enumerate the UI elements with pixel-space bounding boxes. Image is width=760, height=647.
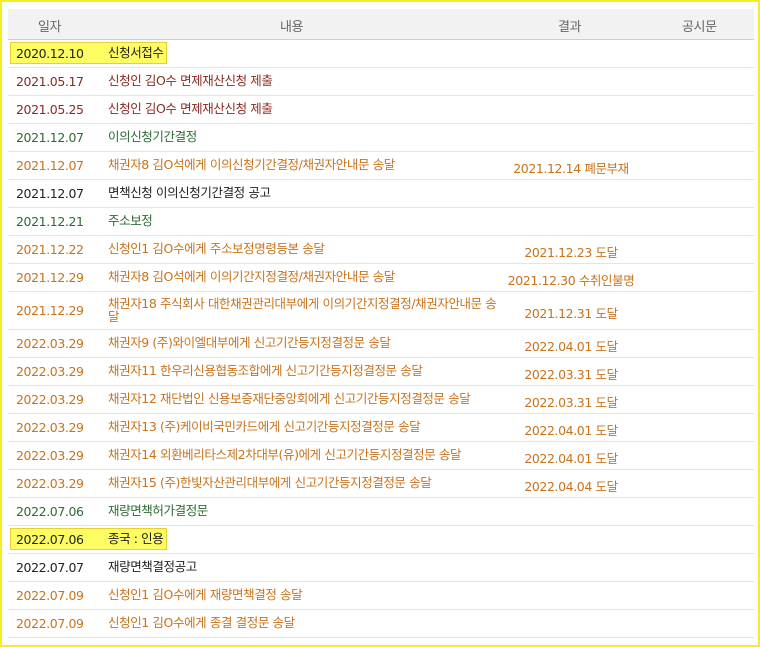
table-row: 2021.05.25 신청인 김O수 면제재산신청 제출: [8, 96, 754, 124]
table-row: 2022.03.29 채권자13 (주)케이비국민카드에게 신고기간등지정결정문 …: [8, 414, 754, 442]
row-content: 신청인1 김O수에게 재량면책결정 송달: [108, 587, 303, 602]
table-row: 2021.12.22 신청인1 김O수에게 주소보정명령등본 송달 2021.12.…: [8, 236, 754, 264]
row-date: 2022.07.07: [16, 560, 84, 575]
row-content: 채권자15 (주)한빛자산관리대부에게 신고기간등지정결정문 송달: [108, 475, 432, 490]
row-result: 2021.12.30 수취인불명: [507, 273, 635, 288]
row-content: 이의신청기간결정: [108, 129, 197, 144]
row-date: 2021.12.07: [16, 130, 84, 145]
row-date: 2020.12.10: [16, 46, 84, 61]
row-content: 채권자8 김O석에게 이의신청기간결정/채권자안내문 송달: [108, 157, 395, 172]
row-content: 주소보정: [108, 213, 153, 228]
table-row: 2020.12.10 신청서접수: [8, 40, 754, 68]
row-result: 2022.03.31 도달: [524, 395, 618, 410]
row-content: 신청서접수: [108, 45, 164, 60]
table-row: 2022.07.06 종국 : 인용: [8, 526, 754, 554]
row-result: 2022.04.01 도달: [524, 451, 618, 466]
table-row: 2021.12.29 채권자8 김O석에게 이의기간지정결정/채권자안내문 송달 2…: [8, 264, 754, 292]
header-notice: 공시문: [682, 20, 717, 35]
row-date: 2022.07.09: [16, 588, 84, 603]
row-content: 신청인1 김O수에게 주소보정명령등본 송달: [108, 241, 325, 256]
row-date: 2022.03.29: [16, 448, 84, 463]
row-date: 2021.12.21: [16, 214, 84, 229]
table-row: 2021.05.17 신청인 김O수 면제재산신청 제출: [8, 68, 754, 96]
row-date: 2022.03.29: [16, 392, 84, 407]
row-content: 면책신청 이의신청기간결정 공고: [108, 185, 271, 200]
row-date: 2022.07.06: [16, 504, 84, 519]
case-history-panel: 일자 내용 결과 공시문 2020.12.10 신청서접수 2021.05.17 신청…: [0, 0, 760, 647]
history-table-body: 2020.12.10 신청서접수 2021.05.17 신청인 김O수 면제재산신청 …: [8, 40, 754, 638]
table-row: 2022.07.09 신청인1 김O수에게 종결 결정문 송달: [8, 610, 754, 638]
row-content: 종국 : 인용: [108, 531, 164, 546]
row-result: 2021.12.23 도달: [524, 245, 618, 260]
row-result: 2022.04.01 도달: [524, 423, 618, 438]
row-date: 2022.03.29: [16, 420, 84, 435]
header-date: 일자: [38, 20, 62, 35]
table-row: 2021.12.29 채권자18 주식회사 대한채권관리대부에게 이의기간지정결정…: [8, 292, 754, 330]
row-date: 2021.12.07: [16, 158, 84, 173]
table-row: 2021.12.07 채권자8 김O석에게 이의신청기간결정/채권자안내문 송달 2…: [8, 152, 754, 180]
table-row: 2022.03.29 채권자9 (주)와이엘대부에게 신고기간등지정결정문 송달 2…: [8, 330, 754, 358]
row-content: 채권자13 (주)케이비국민카드에게 신고기간등지정결정문 송달: [108, 419, 421, 434]
row-result: 2022.03.31 도달: [524, 367, 618, 382]
table-row: 2021.12.07 이의신청기간결정: [8, 124, 754, 152]
row-result: 2021.12.31 도달: [524, 306, 618, 321]
table-row: 2022.07.09 신청인1 김O수에게 재량면책결정 송달: [8, 582, 754, 610]
row-date: 2022.03.29: [16, 364, 84, 379]
row-content: 신청인 김O수 면제재산신청 제출: [108, 101, 273, 116]
row-result: 2022.04.01 도달: [524, 339, 618, 354]
table-row: 2022.03.29 채권자12 재단법인 신용보증재단중앙회에게 신고기간등지정…: [8, 386, 754, 414]
table-row: 2022.07.06 재량면책허가결정문: [8, 498, 754, 526]
table-row: 2022.03.29 채권자14 외환베리타스제2차대부(유)에게 신고기간등지정…: [8, 442, 754, 470]
row-content: 재량면책결정공고: [108, 559, 197, 574]
row-content: 재량면책허가결정문: [108, 503, 208, 518]
row-date: 2022.07.06: [16, 532, 84, 547]
header-content: 내용: [280, 20, 304, 35]
row-date: 2021.12.29: [16, 270, 84, 285]
row-content: 채권자8 김O석에게 이의기간지정결정/채권자안내문 송달: [108, 269, 395, 284]
header-result: 결과: [558, 20, 582, 35]
table-row: 2021.12.21 주소보정: [8, 208, 754, 236]
row-date: 2022.03.29: [16, 336, 84, 351]
row-date: 2021.12.29: [16, 303, 84, 318]
row-result: 2021.12.14 폐문부재: [513, 161, 629, 176]
row-content: 신청인1 김O수에게 종결 결정문 송달: [108, 615, 295, 630]
row-date: 2022.07.09: [16, 616, 84, 631]
table-row: 2022.03.29 채권자11 한우리신용협동조합에게 신고기간등지정결정문 송…: [8, 358, 754, 386]
table-header: 일자 내용 결과 공시문: [8, 9, 754, 40]
table-row: 2022.07.07 재량면책결정공고: [8, 554, 754, 582]
row-date: 2022.03.29: [16, 476, 84, 491]
row-date: 2021.05.25: [16, 102, 84, 117]
row-result: 2022.04.04 도달: [524, 479, 618, 494]
row-content: 채권자18 주식회사 대한채권관리대부에게 이의기간지정결정/채권자안내문 송달: [108, 296, 497, 324]
row-content: 채권자14 외환베리타스제2차대부(유)에게 신고기간등지정결정문 송달: [108, 447, 462, 462]
row-date: 2021.05.17: [16, 74, 84, 89]
row-content: 채권자9 (주)와이엘대부에게 신고기간등지정결정문 송달: [108, 335, 391, 350]
table-row: 2021.12.07 면책신청 이의신청기간결정 공고: [8, 180, 754, 208]
row-date: 2021.12.07: [16, 186, 84, 201]
row-content: 채권자11 한우리신용협동조합에게 신고기간등지정결정문 송달: [108, 363, 423, 378]
row-content: 채권자12 재단법인 신용보증재단중앙회에게 신고기간등지정결정문 송달: [108, 391, 471, 406]
table-row: 2022.03.29 채권자15 (주)한빛자산관리대부에게 신고기간등지정결정문…: [8, 470, 754, 498]
row-date: 2021.12.22: [16, 242, 84, 257]
row-content: 신청인 김O수 면제재산신청 제출: [108, 73, 273, 88]
